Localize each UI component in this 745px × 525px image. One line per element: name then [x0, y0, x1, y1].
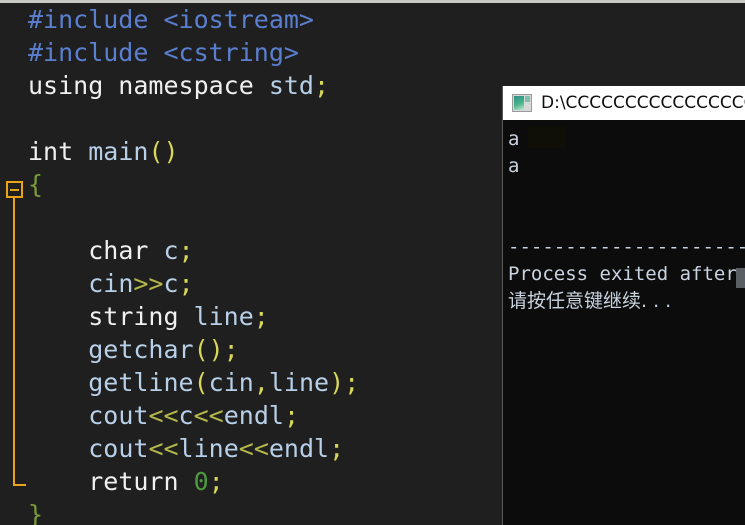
code-token: ();	[193, 335, 239, 364]
console-title-text: D:\CCCCCCCCCCCCCCCCC	[541, 93, 745, 113]
code-token: #include	[28, 38, 164, 67]
code-line: cin>>c;	[28, 267, 502, 300]
code-token: ;	[208, 467, 224, 496]
code-line: getline(cin,line);	[28, 366, 502, 399]
code-token: ;	[253, 302, 269, 331]
code-token: c	[163, 236, 179, 265]
code-line: #include <iostream>	[28, 3, 502, 36]
code-token: std	[268, 71, 314, 100]
code-token: c	[163, 269, 179, 298]
code-token: cout	[88, 401, 149, 430]
console-output-line: 请按任意键继续. . .	[508, 290, 672, 312]
code-token: );	[329, 368, 360, 397]
fold-collapse-icon[interactable]	[6, 181, 23, 198]
code-token: <<	[193, 401, 224, 430]
code-line: return 0;	[28, 465, 502, 498]
code-token: line	[193, 302, 254, 331]
console-window-icon	[512, 94, 532, 112]
application-window: #include <iostream> #include <cstring> usi…	[0, 0, 745, 525]
console-text-cursor	[736, 268, 745, 288]
code-line: }	[28, 498, 502, 525]
console-output-line: --------------------------------	[508, 236, 745, 258]
code-token: <<	[148, 434, 179, 463]
cpp-source-editor[interactable]: #include <iostream> #include <cstring> usi…	[0, 3, 502, 525]
console-output-line: a	[508, 155, 520, 177]
code-line: {	[28, 168, 502, 201]
code-line: cout<<line<<endl;	[28, 432, 502, 465]
code-token: }	[28, 500, 44, 525]
code-line: using namespace std;	[28, 69, 502, 102]
code-line: string line;	[28, 300, 502, 333]
code-token: ;	[283, 401, 299, 430]
code-token: endl	[223, 401, 284, 430]
code-token: endl	[268, 434, 330, 463]
code-token: using namespace	[28, 71, 269, 100]
code-token: <cstring>	[163, 38, 299, 67]
console-output-line: Process exited after	[508, 263, 737, 285]
code-token: #include	[28, 5, 164, 34]
code-token: main	[88, 137, 149, 166]
code-token: ,	[253, 368, 269, 397]
code-token: <<	[148, 401, 179, 430]
code-token: ;	[329, 434, 345, 463]
code-line: getchar();	[28, 333, 502, 366]
code-text-area[interactable]: #include <iostream> #include <cstring> usi…	[28, 3, 502, 525]
code-token: int	[28, 137, 89, 166]
console-title-bar[interactable]: D:\CCCCCCCCCCCCCCCCC	[503, 86, 745, 120]
code-token: string	[88, 302, 194, 331]
fold-guide-foot	[13, 484, 26, 486]
code-line: #include <cstring>	[28, 36, 502, 69]
code-line: char c;	[28, 234, 502, 267]
code-token: {	[28, 170, 44, 199]
code-token: ;	[178, 269, 194, 298]
code-token: (	[193, 368, 209, 397]
code-token: 0	[193, 467, 209, 496]
code-line: cout<<c<<endl;	[28, 399, 502, 432]
code-line: int main()	[28, 135, 502, 168]
code-token: >>	[133, 269, 164, 298]
program-output-console[interactable]: D:\CCCCCCCCCCCCCCCCC aa ----------------…	[502, 86, 745, 525]
code-token: line	[268, 368, 330, 397]
code-token: ;	[313, 71, 330, 100]
code-token: ;	[178, 236, 194, 265]
code-token: cin	[208, 368, 254, 397]
code-token: <iostream>	[163, 5, 314, 34]
code-token: <<	[238, 434, 269, 463]
code-token: return	[88, 467, 194, 496]
code-token: getline	[88, 368, 194, 397]
code-token: char	[88, 236, 164, 265]
code-token: ()	[148, 137, 179, 166]
code-token: getchar	[88, 335, 194, 364]
fold-guide-line	[13, 198, 15, 486]
editor-fold-gutter[interactable]	[0, 3, 28, 525]
code-token: line	[178, 434, 239, 463]
code-token: c	[178, 401, 194, 430]
console-output-area[interactable]: aa --------------------------------Proce…	[503, 120, 745, 525]
code-token: cin	[88, 269, 134, 298]
console-selection-block	[528, 126, 566, 148]
code-token: cout	[88, 434, 149, 463]
